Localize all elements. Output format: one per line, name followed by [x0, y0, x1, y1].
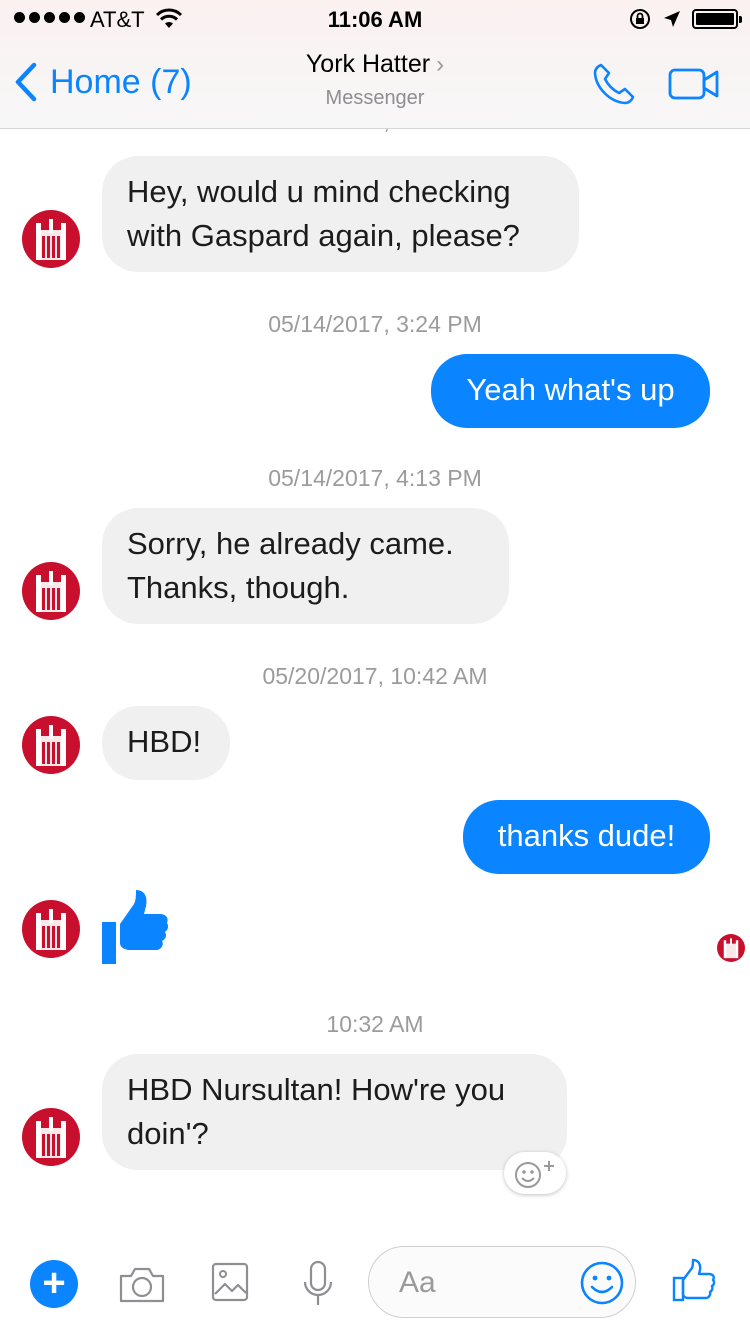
avatar[interactable]: [22, 210, 80, 268]
camera-icon[interactable]: [118, 1266, 166, 1304]
seen-avatar: [717, 934, 745, 962]
timestamp: 05/14/2017, 3:24 PM: [268, 311, 482, 337]
status-bar: AT&T 11:06 AM: [0, 0, 750, 40]
building-icon: [723, 938, 739, 959]
rotation-lock-icon: [630, 9, 650, 29]
building-icon: [36, 725, 66, 766]
contact-name: York Hatter: [305, 50, 431, 78]
conversation-subtitle: Messenger: [325, 87, 425, 109]
timestamp: 05/20/2017, 10:42 AM: [262, 663, 488, 689]
status-right: [628, 7, 742, 31]
add-reaction-button[interactable]: [504, 1152, 566, 1194]
building-icon: [36, 909, 66, 950]
message-bubble-incoming[interactable]: HBD Nursultan! How're you doin'?: [102, 1054, 567, 1170]
message-bubble-incoming[interactable]: HBD!: [102, 706, 230, 780]
microphone-icon[interactable]: [302, 1260, 334, 1308]
video-camera-icon[interactable]: [668, 68, 720, 100]
building-icon: [36, 571, 66, 612]
timestamp: 05/14/2017, 4:13 PM: [268, 465, 482, 491]
message-bubble-incoming[interactable]: Hey, would u mind checking with Gaspard …: [102, 156, 579, 272]
add-reaction-icon: [515, 1161, 554, 1188]
building-icon: [36, 1117, 66, 1158]
chevron-right-icon: ›: [436, 51, 445, 78]
message-bubble-incoming[interactable]: Sorry, he already came. Thanks, though.: [102, 508, 509, 624]
thumbs-up-icon[interactable]: [100, 888, 170, 964]
avatar[interactable]: [22, 562, 80, 620]
message-input[interactable]: [397, 1259, 571, 1307]
avatar[interactable]: [22, 900, 80, 958]
message-bubble-outgoing[interactable]: thanks dude!: [463, 800, 710, 874]
avatar[interactable]: [22, 716, 80, 774]
image-icon[interactable]: [211, 1262, 249, 1302]
building-icon: [36, 219, 66, 260]
message-bubble-outgoing[interactable]: Yeah what's up: [431, 354, 710, 428]
phone-icon[interactable]: [592, 62, 636, 106]
header: AT&T 11:06 AM Home (7) York Hatter › Mess…: [0, 0, 750, 129]
message-input-field[interactable]: [368, 1246, 636, 1318]
avatar[interactable]: [22, 1108, 80, 1166]
plus-icon[interactable]: +: [30, 1260, 78, 1308]
conversation-title[interactable]: York Hatter › Messenger: [0, 50, 750, 110]
composer-bar: +: [0, 1230, 750, 1334]
smiley-icon[interactable]: [579, 1260, 625, 1306]
timestamp: 10:32 AM: [326, 1011, 424, 1037]
location-arrow-icon: [664, 11, 680, 27]
thumbs-up-icon[interactable]: [672, 1258, 716, 1302]
battery-icon: [692, 9, 742, 29]
